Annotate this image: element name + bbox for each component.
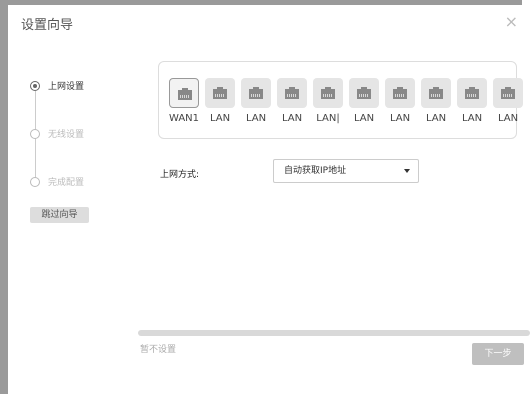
- ethernet-port-icon: [357, 87, 371, 99]
- step-wireless-setup[interactable]: 无线设置: [30, 129, 140, 145]
- connection-type-select[interactable]: 自动获取IP地址: [273, 159, 419, 183]
- progress-bar: [138, 330, 530, 336]
- connection-type-label: 上网方式:: [160, 170, 200, 180]
- ethernet-port-icon: [429, 87, 443, 99]
- ethernet-port-icon: [465, 87, 479, 99]
- lan-port-label: LAN: [461, 113, 483, 124]
- ethernet-port-icon: [178, 88, 192, 100]
- dialog-title: 设置向导: [21, 18, 74, 33]
- next-button[interactable]: 下一步: [472, 343, 524, 365]
- lan-port-label: LAN: [281, 113, 303, 124]
- step-inactive-radio-icon: [30, 129, 40, 139]
- lan-port-label: LAN: [389, 113, 411, 124]
- lan-port-icon[interactable]: [241, 78, 271, 108]
- ethernet-port-icon: [393, 87, 407, 99]
- lan-port-icon[interactable]: [349, 78, 379, 108]
- step-label: 上网设置: [48, 82, 85, 92]
- lan-port-icon[interactable]: [457, 78, 487, 108]
- port-panel: WAN1 LAN LAN LAN LAN| LAN LAN LAN LAN LA…: [158, 61, 523, 139]
- lan-port-label: LAN|: [316, 113, 340, 124]
- lan-port-label: LAN: [245, 113, 267, 124]
- chevron-down-icon: [404, 169, 410, 173]
- ethernet-port-icon: [501, 87, 515, 99]
- lan-port-icon[interactable]: [421, 78, 451, 108]
- ethernet-port-icon: [249, 87, 263, 99]
- ethernet-port-icon: [321, 87, 335, 99]
- step-inactive-radio-icon: [30, 177, 40, 187]
- step-label: 完成配置: [48, 178, 85, 188]
- wan-port-icon[interactable]: [169, 78, 199, 108]
- step-internet-setup[interactable]: 上网设置: [30, 81, 140, 97]
- setup-wizard-dialog: 设置向导 × 上网设置 无线设置 完成配置 跳过向导 WAN1 LAN LAN …: [0, 0, 530, 394]
- lan-port-label: LAN: [353, 113, 375, 124]
- lan-port-icon[interactable]: [493, 78, 523, 108]
- lan-port-icon[interactable]: [205, 78, 235, 108]
- close-icon[interactable]: ×: [505, 12, 518, 31]
- connection-type-value: 自动获取IP地址: [284, 166, 347, 176]
- wizard-steps: 上网设置 无线设置 完成配置: [30, 81, 140, 201]
- ethernet-port-icon: [213, 87, 227, 99]
- lan-port-icon[interactable]: [277, 78, 307, 108]
- skip-wizard-button[interactable]: 跳过向导: [30, 207, 89, 223]
- lan-port-icon[interactable]: [385, 78, 415, 108]
- step-label: 无线设置: [48, 130, 85, 140]
- lan-port-label: LAN: [209, 113, 231, 124]
- lan-port-label: LAN: [497, 113, 519, 124]
- lan-port-label: LAN: [425, 113, 447, 124]
- ethernet-port-icon: [285, 87, 299, 99]
- wan-port-label: WAN1: [168, 113, 200, 124]
- step-active-radio-icon: [30, 81, 40, 91]
- not-set-text: 暂不设置: [140, 345, 177, 355]
- step-finish-setup[interactable]: 完成配置: [30, 177, 140, 193]
- lan-port-icon[interactable]: [313, 78, 343, 108]
